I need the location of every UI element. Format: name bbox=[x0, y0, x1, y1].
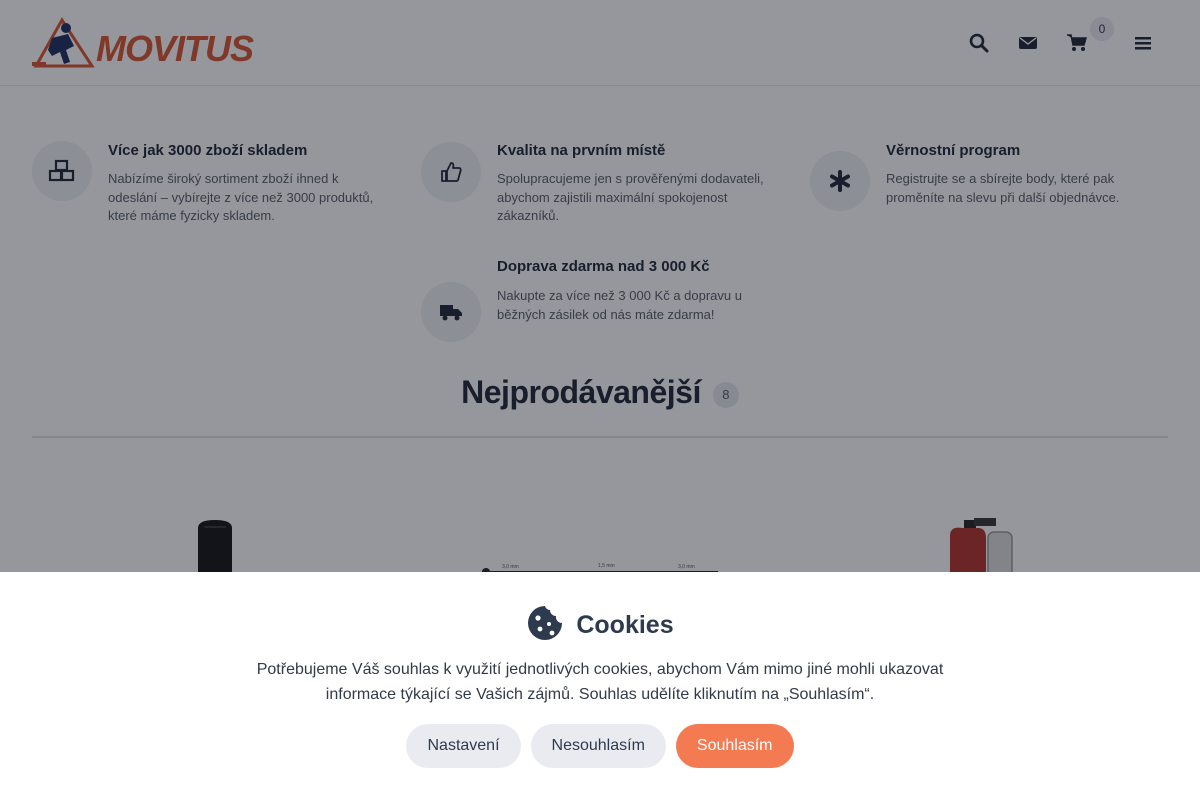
cookie-actions: Nastavení Nesouhlasím Souhlasím bbox=[0, 724, 1200, 768]
cookie-settings-button[interactable]: Nastavení bbox=[406, 724, 521, 768]
cookie-title: Cookies bbox=[576, 611, 674, 639]
cookie-decline-button[interactable]: Nesouhlasím bbox=[530, 724, 666, 768]
cookie-accept-button[interactable]: Souhlasím bbox=[675, 724, 794, 768]
cookie-text: Potřebujeme Váš souhlas k využití jednot… bbox=[256, 661, 944, 703]
cookie-header: Cookies bbox=[0, 604, 1200, 647]
cookie-banner: Cookies Potřebujeme Váš souhlas k využit… bbox=[0, 572, 1200, 800]
cookie-icon bbox=[526, 604, 564, 647]
